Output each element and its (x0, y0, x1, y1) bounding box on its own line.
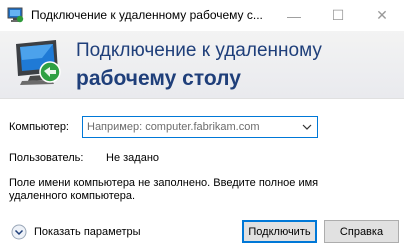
user-value: Не задано (106, 152, 160, 164)
close-button[interactable]: ✕ (360, 0, 404, 31)
remote-desktop-app-icon (7, 7, 24, 23)
connect-button[interactable]: Подключить (242, 220, 317, 243)
show-options-toggle[interactable]: Показать параметры (11, 224, 141, 240)
minimize-button[interactable]: — (272, 0, 316, 31)
banner-title-line1: Подключение к удаленному (76, 40, 322, 61)
remote-desktop-icon (12, 38, 68, 88)
banner-title-line2: рабочему столу (76, 67, 241, 90)
computer-input[interactable] (87, 120, 287, 134)
computer-combobox[interactable] (82, 116, 318, 138)
user-label: Пользователь: (9, 152, 84, 164)
maximize-button[interactable]: ☐ (316, 0, 360, 31)
header-banner: Подключение к удаленному рабочему столу (0, 31, 404, 99)
title-bar[interactable]: Подключение к удаленному рабочему с... —… (0, 0, 404, 31)
validation-message: Поле имени компьютера не заполнено. Введ… (9, 177, 319, 202)
chevron-down-icon[interactable] (298, 118, 316, 136)
help-button[interactable]: Справка (324, 220, 399, 243)
computer-label: Компьютер: (9, 121, 69, 133)
expand-chevron-icon[interactable] (11, 224, 27, 240)
show-options-label[interactable]: Показать параметры (34, 226, 141, 238)
window-title: Подключение к удаленному рабочему с... (31, 8, 263, 22)
